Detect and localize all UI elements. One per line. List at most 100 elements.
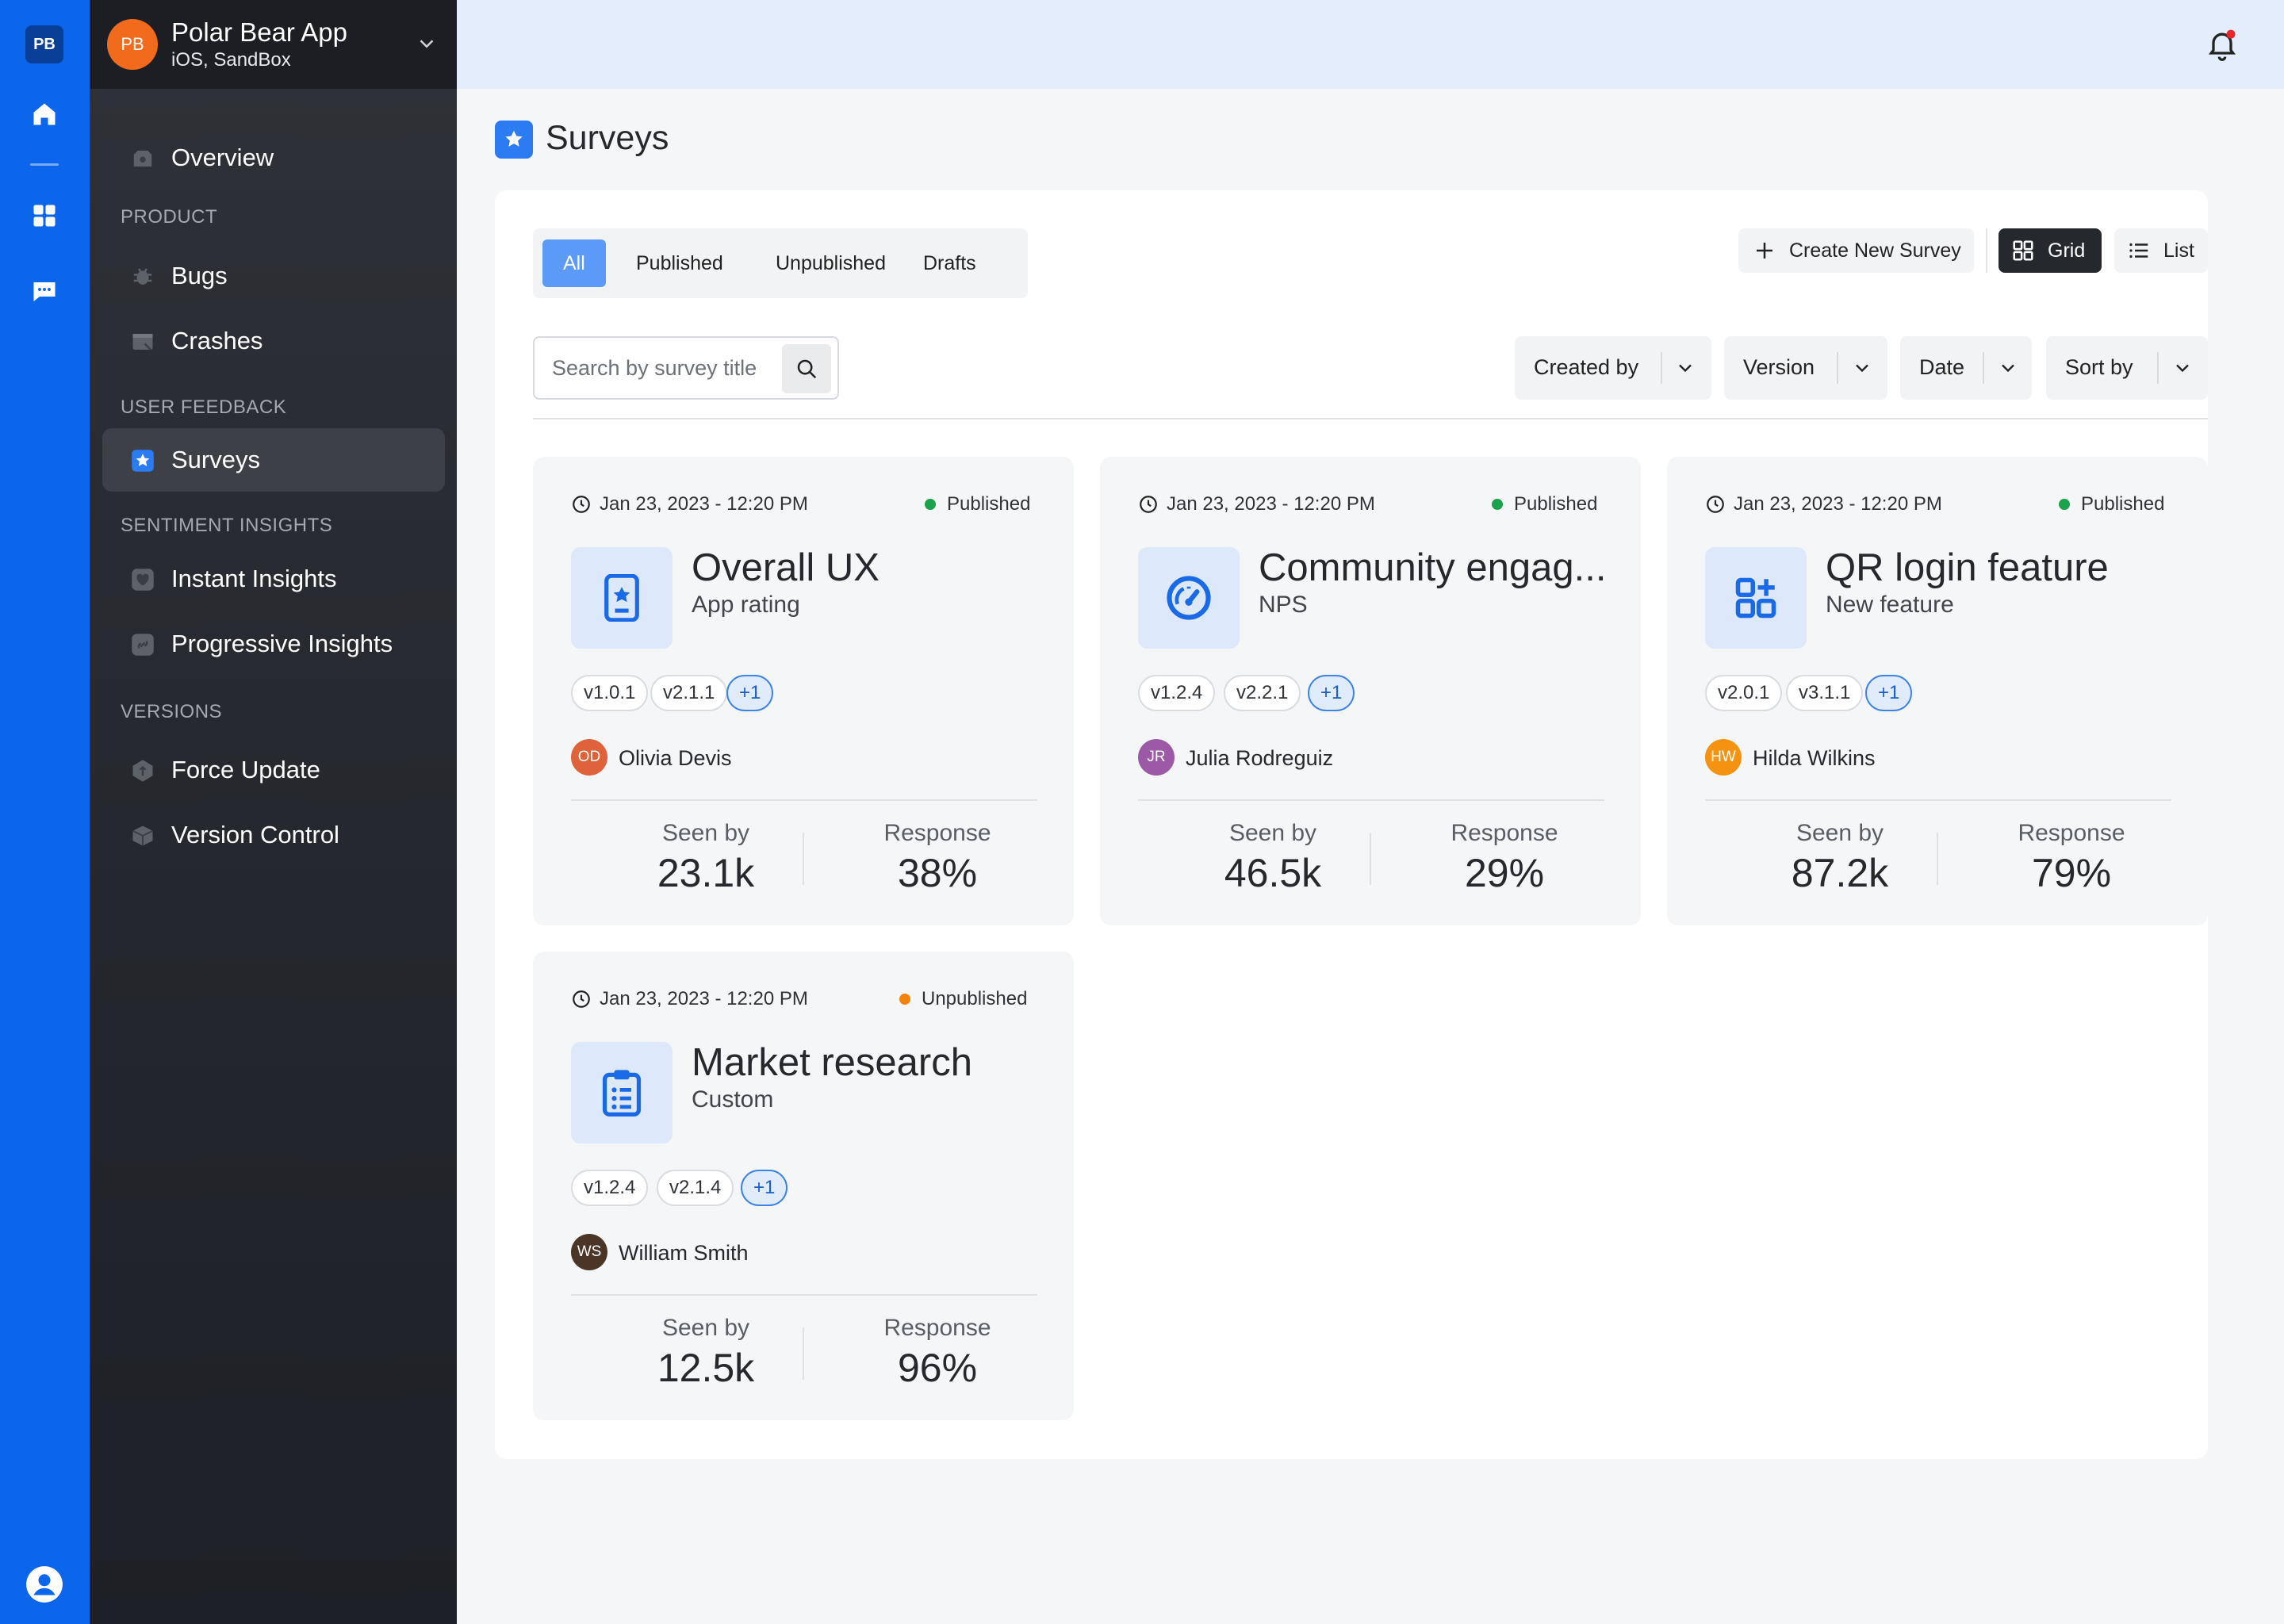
app-environment: iOS, SandBox: [171, 49, 291, 71]
filter-created-by[interactable]: Created by: [1515, 336, 1711, 400]
survey-type: Custom: [692, 1086, 774, 1113]
sidebar-item-label: Surveys: [171, 446, 260, 473]
overview-icon: [133, 151, 152, 167]
bug-icon: [133, 268, 152, 285]
version-chip[interactable]: v2.1.4: [657, 1170, 734, 1206]
response-label: Response: [1450, 820, 1558, 846]
apps-add-icon: [1735, 577, 1776, 619]
more-versions-chip[interactable]: +1: [1865, 675, 1913, 711]
chevron-down-icon[interactable]: [415, 32, 439, 56]
grid-view-button[interactable]: Grid: [1998, 228, 2102, 273]
user-icon[interactable]: [24, 1564, 65, 1605]
tab-published[interactable]: Published: [614, 239, 745, 287]
search-input[interactable]: [552, 352, 758, 384]
more-versions-chip[interactable]: +1: [1308, 675, 1355, 711]
plus-icon: [1757, 243, 1772, 259]
sidebar-item-label: Version Control: [171, 821, 339, 848]
version-chip[interactable]: v3.1.1: [1786, 675, 1864, 711]
surveys-star-icon: [495, 121, 533, 159]
survey-card[interactable]: Jan 23, 2023 - 12:20 PM Published QR log…: [1667, 457, 2208, 925]
search-button[interactable]: [782, 344, 831, 393]
status-dot: [925, 499, 936, 510]
tab-all[interactable]: All: [542, 239, 606, 287]
card-divider: [1138, 799, 1604, 801]
status-tabs: All Published Unpublished Drafts: [533, 228, 1028, 298]
response-label: Response: [883, 820, 991, 846]
status-dot: [2059, 499, 2070, 510]
sidebar-item-surveys[interactable]: Surveys: [102, 428, 445, 492]
version-chip[interactable]: v1.2.4: [1138, 675, 1216, 711]
more-versions-chip[interactable]: +1: [726, 675, 774, 711]
survey-type-tile: [1138, 547, 1240, 649]
survey-type: NPS: [1259, 592, 1308, 618]
sidebar-item-version-control[interactable]: Version Control: [102, 803, 445, 867]
survey-type-tile: [1705, 547, 1807, 649]
sidebar-item-force-update[interactable]: Force Update: [102, 738, 445, 802]
version-chip[interactable]: v1.0.1: [571, 675, 649, 711]
seen-by-label: Seen by: [661, 1315, 750, 1341]
chevron-down-icon: [2176, 364, 2189, 373]
filter-divider: [1983, 352, 1984, 384]
version-chip[interactable]: v1.2.4: [571, 1170, 649, 1206]
dashboard-icon[interactable]: [29, 200, 60, 232]
home-icon[interactable]: [29, 98, 60, 130]
sidebar-item-instant-insights[interactable]: Instant Insights: [102, 547, 445, 611]
upload-icon: [132, 760, 153, 782]
survey-date: Jan 23, 2023 - 12:20 PM: [600, 988, 808, 1009]
create-new-survey-button[interactable]: Create New Survey: [1738, 228, 1974, 273]
notification-bell-icon[interactable]: [2205, 27, 2240, 62]
filter-sort-by[interactable]: Sort by: [2046, 336, 2208, 400]
workspace-logo[interactable]: PB: [25, 25, 63, 63]
search-box: [533, 336, 839, 400]
status-dot: [899, 994, 910, 1005]
filter-label: Date: [1919, 355, 1965, 379]
filter-divider: [2157, 352, 2159, 384]
seen-by-label: Seen by: [661, 820, 750, 846]
version-chip[interactable]: v2.2.1: [1224, 675, 1301, 711]
survey-title: Market research: [692, 1041, 973, 1084]
clock-icon: [573, 496, 590, 513]
clipboard-list-icon: [602, 1070, 642, 1117]
create-new-survey-label: Create New Survey: [1789, 239, 1961, 262]
status-badge: Unpublished: [922, 988, 1028, 1009]
response-value: 96%: [897, 1346, 978, 1390]
filter-date[interactable]: Date: [1900, 336, 2032, 400]
top-bar: [457, 0, 2284, 89]
list-view-button[interactable]: List: [2114, 228, 2208, 273]
app-switcher[interactable]: PB Polar Bear App iOS, SandBox: [90, 0, 457, 89]
clock-icon: [1140, 496, 1157, 513]
toolbar-divider-line: [533, 418, 2208, 419]
card-divider: [1705, 799, 2171, 801]
survey-card[interactable]: Jan 23, 2023 - 12:20 PM Published Overal…: [533, 457, 1074, 925]
version-chip[interactable]: v2.0.1: [1705, 675, 1783, 711]
page-title: Surveys: [546, 119, 669, 157]
link-icon: [132, 634, 154, 656]
seen-by-label: Seen by: [1228, 820, 1317, 846]
sidebar-item-bugs[interactable]: Bugs: [102, 244, 445, 308]
more-versions-chip[interactable]: +1: [741, 1170, 788, 1206]
survey-owner: William Smith: [619, 1241, 749, 1265]
version-chip[interactable]: v2.1.1: [650, 675, 728, 711]
filter-label: Created by: [1534, 355, 1639, 379]
app-avatar: PB: [107, 19, 158, 70]
stat-divider: [803, 833, 804, 885]
survey-date: Jan 23, 2023 - 12:20 PM: [600, 493, 808, 515]
clock-icon: [573, 990, 590, 1008]
survey-card[interactable]: Jan 23, 2023 - 12:20 PM Published Commun…: [1100, 457, 1641, 925]
survey-title: QR login feature: [1826, 546, 2109, 589]
sidebar-item-crashes[interactable]: Crashes: [102, 309, 445, 373]
sidebar-item-progressive-insights[interactable]: Progressive Insights: [102, 612, 445, 676]
tab-drafts[interactable]: Drafts: [901, 239, 998, 287]
stat-divider: [803, 1327, 804, 1380]
survey-card[interactable]: Jan 23, 2023 - 12:20 PM Unpublished Mark…: [533, 952, 1074, 1420]
tab-unpublished[interactable]: Unpublished: [753, 239, 908, 287]
filter-version[interactable]: Version: [1724, 336, 1887, 400]
icon-rail: PB: [0, 0, 90, 1624]
phone-star-icon: [604, 574, 639, 622]
status-badge: Published: [2081, 493, 2165, 515]
chevron-down-icon: [1856, 364, 1868, 373]
seen-by-value: 87.2k: [1791, 851, 1889, 895]
clock-icon: [1707, 496, 1724, 513]
chat-icon[interactable]: [29, 276, 60, 308]
sidebar-item-overview[interactable]: Overview: [102, 126, 445, 190]
